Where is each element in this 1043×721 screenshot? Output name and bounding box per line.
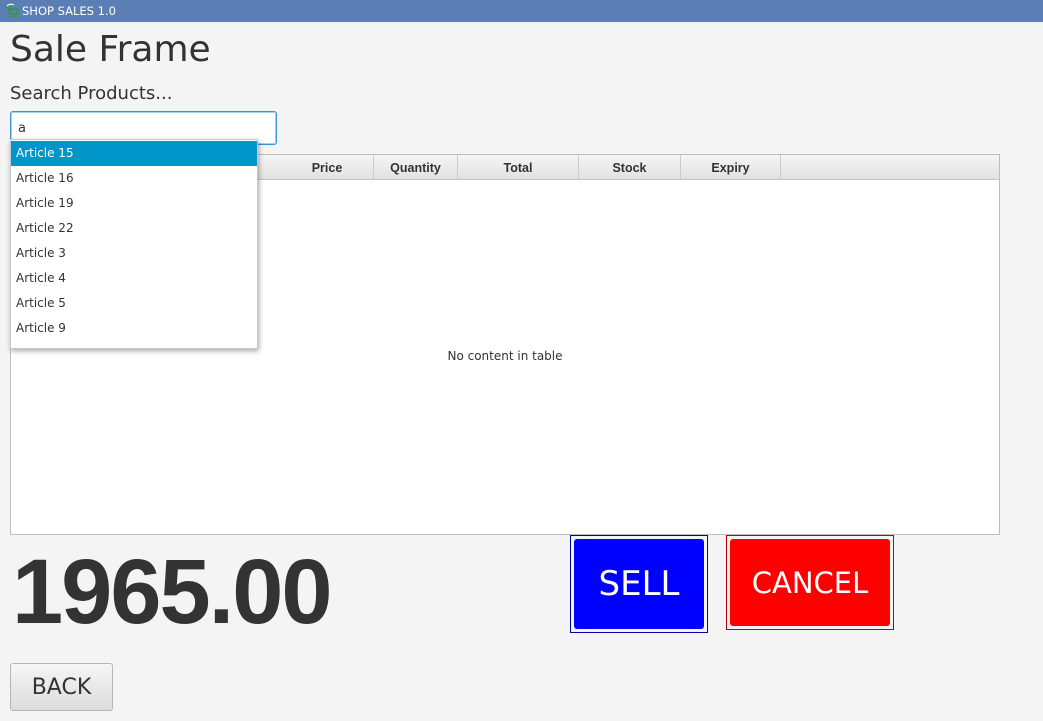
suggestion-item[interactable]: Article 9	[11, 316, 257, 341]
total-amount: 1965.00	[12, 541, 333, 643]
column-header-quantity[interactable]: Quantity	[374, 155, 458, 179]
suggestion-item[interactable]: Article 15	[11, 141, 257, 166]
suggestion-item[interactable]: Article 4	[11, 266, 257, 291]
column-header-stock[interactable]: Stock	[579, 155, 681, 179]
suggestion-item[interactable]: Article 16	[11, 166, 257, 191]
window-titlebar[interactable]: SHOP SALES 1.0	[0, 0, 1043, 22]
back-button[interactable]: BACK	[10, 663, 113, 711]
suggestion-item[interactable]: Article 22	[11, 216, 257, 241]
app-cart-icon	[6, 3, 19, 18]
suggestion-item[interactable]: Article 5	[11, 291, 257, 316]
suggestion-item[interactable]: Article 3	[11, 241, 257, 266]
page-title: Sale Frame	[10, 29, 211, 70]
window-title: SHOP SALES 1.0	[22, 4, 116, 18]
column-header-expiry[interactable]: Expiry	[681, 155, 781, 179]
search-suggestions-dropdown[interactable]: Article 15 Article 16 Article 19 Article…	[10, 139, 258, 349]
search-label: Search Products...	[10, 83, 173, 104]
cancel-button[interactable]: CANCEL	[730, 539, 890, 626]
table-empty-message: No content in table	[447, 349, 563, 363]
suggestion-item[interactable]: Article 19	[11, 191, 257, 216]
column-header-price[interactable]: Price	[281, 155, 374, 179]
sell-button[interactable]: SELL	[574, 539, 704, 629]
column-header-total[interactable]: Total	[458, 155, 579, 179]
cancel-button-frame: CANCEL	[726, 535, 894, 630]
sell-button-frame: SELL	[570, 535, 708, 633]
